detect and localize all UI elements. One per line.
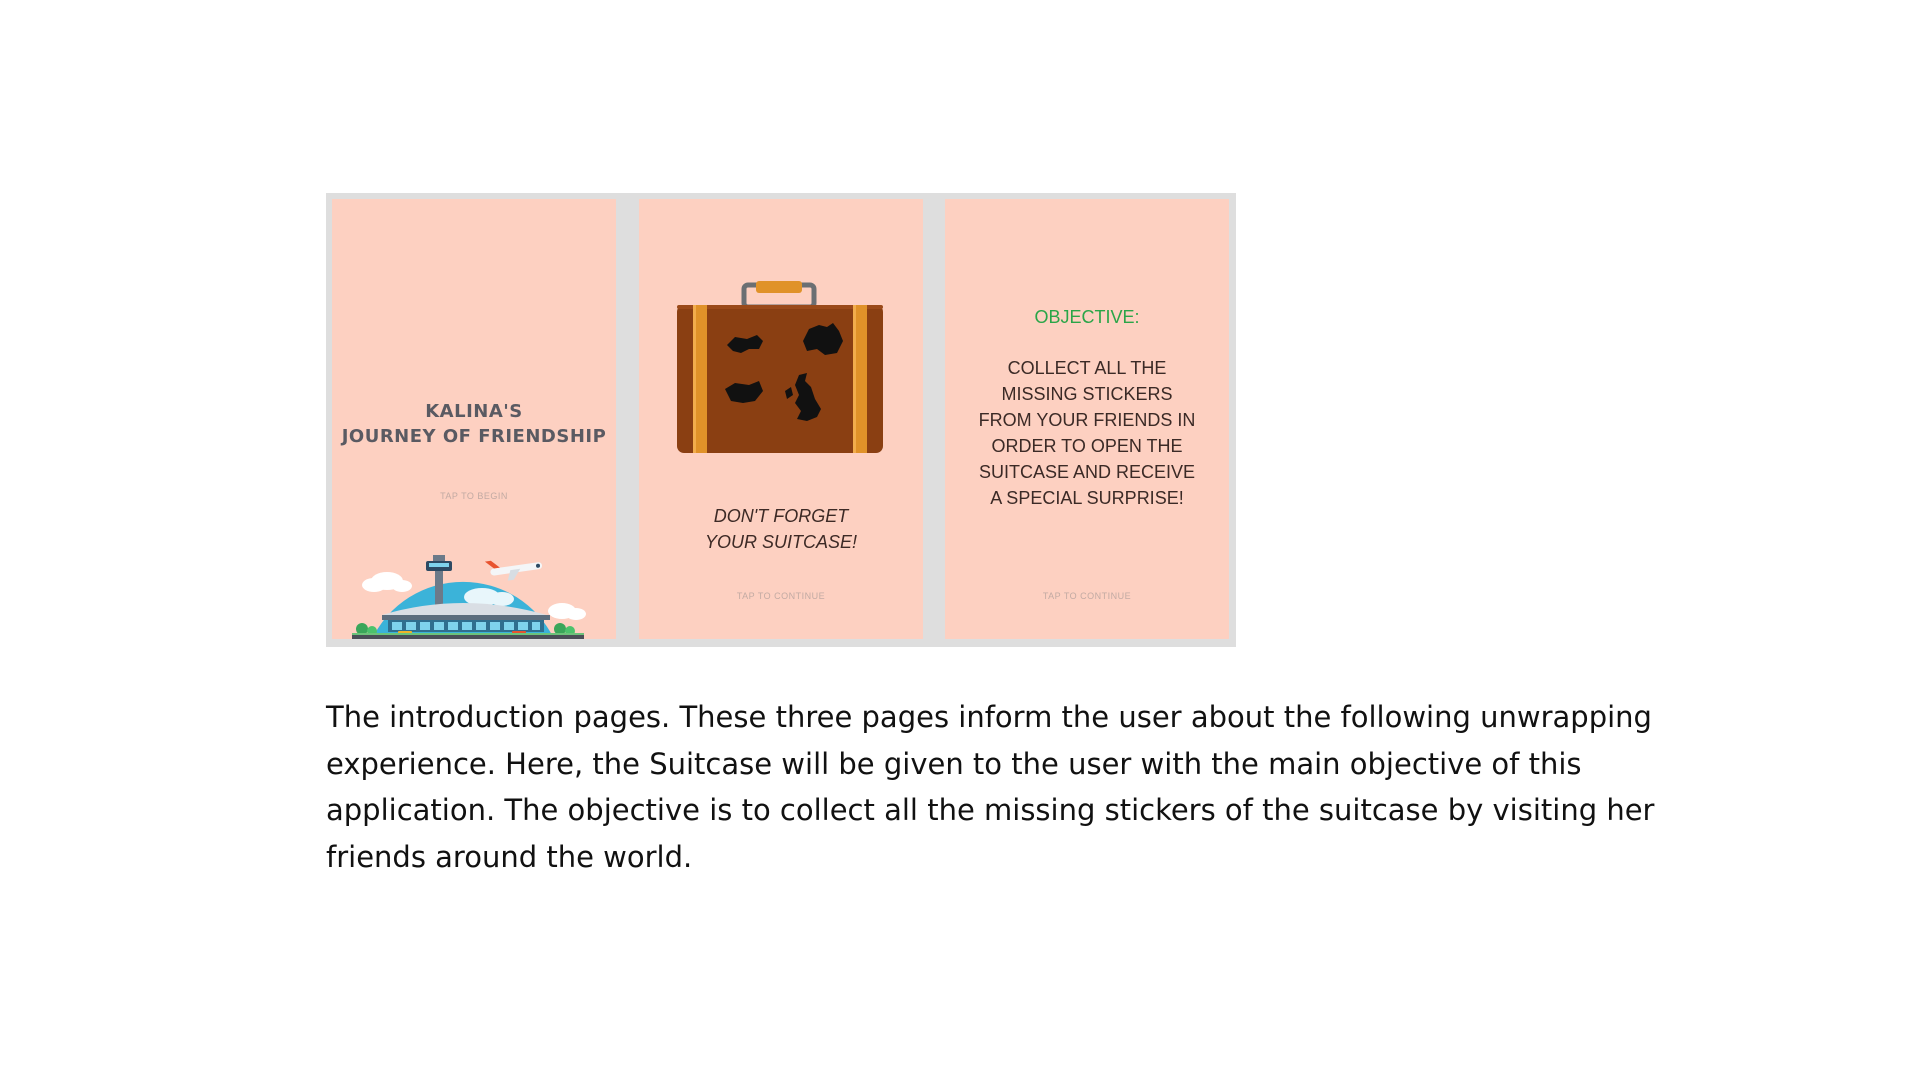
- suitcase-illustration: [677, 281, 883, 453]
- intro-screens-figure: KALINA'S JOURNEY OF FRIENDSHIP TAP TO BE…: [326, 193, 1236, 647]
- slogan-line-1: DON'T FORGET: [713, 506, 849, 526]
- tap-to-begin-hint[interactable]: TAP TO BEGIN: [332, 491, 616, 501]
- app-title-line-2: JOURNEY OF FRIENDSHIP: [341, 426, 607, 447]
- slogan-line-2: YOUR SUITCASE!: [704, 532, 858, 552]
- suitcase-slogan: DON'T FORGET YOUR SUITCASE!: [639, 503, 923, 555]
- intro-screen-suitcase[interactable]: DON'T FORGET YOUR SUITCASE! TAP TO CONTI…: [639, 199, 923, 639]
- tap-to-continue-hint[interactable]: TAP TO CONTINUE: [945, 591, 1229, 601]
- objective-description: COLLECT ALL THE MISSING STICKERS FROM YO…: [978, 358, 1196, 508]
- intro-screen-objective[interactable]: OBJECTIVE: COLLECT ALL THE MISSING STICK…: [945, 199, 1229, 639]
- intro-screen-title[interactable]: KALINA'S JOURNEY OF FRIENDSHIP TAP TO BE…: [332, 199, 616, 639]
- airport-illustration: [352, 555, 586, 639]
- tap-to-continue-hint[interactable]: TAP TO CONTINUE: [639, 591, 923, 601]
- figure-caption: The introduction pages. These three page…: [326, 700, 1655, 874]
- objective-heading: OBJECTIVE:: [1034, 307, 1140, 327]
- app-title-line-1: KALINA'S: [425, 401, 523, 422]
